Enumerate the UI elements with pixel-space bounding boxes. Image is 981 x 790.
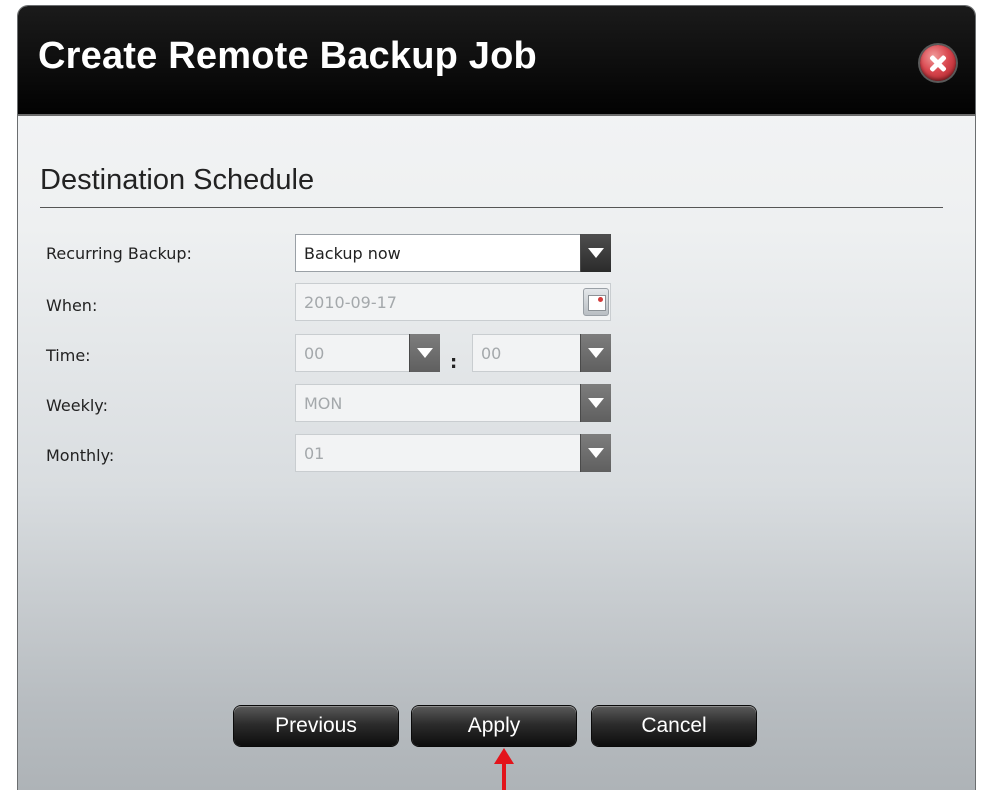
create-remote-backup-dialog: Create Remote Backup Job Destination Sch… <box>18 6 975 790</box>
weekly-label: Weekly: <box>46 396 108 415</box>
when-label: When: <box>46 296 98 315</box>
section-divider <box>40 207 943 208</box>
close-icon[interactable] <box>920 45 956 81</box>
time-minute-select[interactable]: 00 <box>472 334 611 372</box>
weekly-value: MON <box>304 394 343 413</box>
annotation-arrow <box>502 760 506 790</box>
recurring-backup-label: Recurring Backup: <box>46 244 192 263</box>
recurring-backup-value: Backup now <box>304 244 401 263</box>
time-minute-value: 00 <box>481 344 502 363</box>
chevron-down-icon[interactable] <box>580 434 611 472</box>
monthly-label: Monthly: <box>46 446 115 465</box>
dialog-titlebar: Create Remote Backup Job <box>18 6 975 116</box>
section-title: Destination Schedule <box>40 164 315 196</box>
calendar-icon[interactable] <box>583 288 609 316</box>
monthly-select[interactable]: 01 <box>295 434 611 472</box>
monthly-value: 01 <box>304 444 325 463</box>
time-separator: : <box>450 352 458 373</box>
chevron-down-icon[interactable] <box>580 234 611 272</box>
time-label: Time: <box>46 346 91 365</box>
chevron-down-icon[interactable] <box>580 384 611 422</box>
time-hour-value: 00 <box>304 344 325 363</box>
chevron-down-icon[interactable] <box>580 334 611 372</box>
when-date-value: 2010-09-17 <box>304 293 397 312</box>
previous-button[interactable]: Previous <box>234 706 398 746</box>
apply-button[interactable]: Apply <box>412 706 576 746</box>
recurring-backup-select[interactable]: Backup now <box>295 234 611 272</box>
chevron-down-icon[interactable] <box>409 334 440 372</box>
dialog-title: Create Remote Backup Job <box>38 35 537 77</box>
cancel-button[interactable]: Cancel <box>592 706 756 746</box>
time-hour-select[interactable]: 00 <box>295 334 440 372</box>
when-date-field[interactable]: 2010-09-17 <box>295 283 611 321</box>
weekly-select[interactable]: MON <box>295 384 611 422</box>
